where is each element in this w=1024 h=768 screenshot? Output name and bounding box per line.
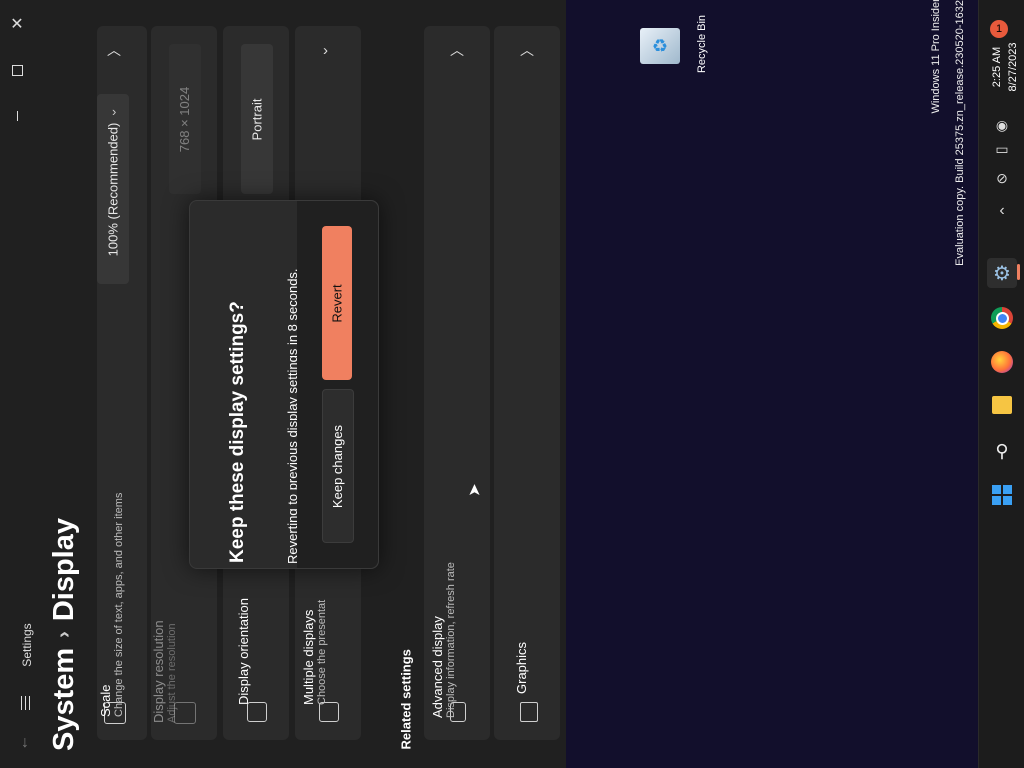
chevron-up-icon: ︿ [520,42,534,58]
advanced-display-desc: Display information, refresh rate [445,562,457,718]
chevron-right-icon: › [52,631,75,638]
active-app-indicator [1017,264,1020,280]
advanced-display-card[interactable]: Advanced display Display information, re… [424,26,490,740]
keep-changes-button-label: Keep changes [330,424,346,508]
file-explorer-icon[interactable] [987,390,1017,420]
orientation-dropdown[interactable]: Portrait [241,44,273,194]
maximize-icon[interactable] [2,55,32,85]
chevron-down-icon: › [112,104,117,119]
chevron-up-icon[interactable]: ︿ [107,40,121,60]
recycle-bin-icon[interactable]: ♻ [640,28,680,64]
multiple-displays-icon [319,702,339,722]
scale-value: 100% (Recommended) [105,122,121,256]
multiple-displays-desc: Choose the presentat [316,599,328,705]
minimize-icon[interactable] [2,101,32,131]
orientation-value: Portrait [249,98,265,140]
clock-time[interactable]: 2:25 AM [991,22,1005,112]
close-icon[interactable]: ✕ [2,9,32,39]
keep-settings-dialog: Keep these display settings? Reverting t… [189,200,379,569]
mouse-cursor-icon: ➤ [466,483,484,497]
chevron-left-icon[interactable]: ‹ [987,196,1017,226]
chevron-up-icon: ︿ [450,42,464,58]
scale-title: Scale [98,684,113,717]
graphics-icon [520,702,538,722]
app-title: Settings [20,623,34,667]
scale-desc: Change the size of text, apps, and other… [113,492,125,717]
resolution-title: Display resolution [151,620,166,723]
multiple-displays-title: Multiple displays [301,609,316,705]
related-settings-heading: Related settings [398,649,414,750]
graphics-title: Graphics [514,641,529,694]
graphics-card[interactable]: Graphics ︿ [494,26,560,740]
desktop-wallpaper: ♻ Recycle Bin Windows 11 Pro Insider Pre… [566,0,978,768]
watermark-line2: Evaluation copy. Build 25375.zn_release.… [954,0,966,266]
page-title: Display [47,517,80,622]
settings-gear-icon[interactable]: ⚙ [987,258,1017,288]
recycle-bin-label: Recycle Bin [696,14,708,74]
watermark-line1: Windows 11 Pro Insider Preview [930,0,942,114]
volume-muted-icon[interactable]: ⊘ [987,163,1017,193]
scale-dropdown[interactable]: 100% (Recommended) [97,94,129,284]
search-icon[interactable]: ⚲ [987,436,1017,466]
breadcrumb: System › Display [44,511,84,751]
orientation-title: Display orientation [236,598,251,705]
back-arrow-icon[interactable]: ↓ [10,728,40,758]
chrome-icon[interactable] [987,303,1017,333]
orientation-icon [247,702,267,722]
firefox-icon[interactable] [987,347,1017,377]
taskbar: 1 2:25 AM 8/27/2023 ◉ ▭ ⊘ ‹ ⚙ ⚲ [978,0,1024,768]
chevron-down-icon[interactable]: › [323,42,328,59]
clock-date[interactable]: 8/27/2023 [1007,22,1021,112]
revert-button-label: Revert [329,283,345,323]
battery-icon[interactable]: ▭ [987,134,1017,164]
resolution-dropdown: 768 × 1024 [169,44,201,194]
hamburger-menu-icon[interactable] [10,688,40,718]
resolution-desc: Adjust the resolution [166,623,178,723]
advanced-display-title: Advanced display [430,616,445,718]
resolution-value: 768 × 1024 [177,86,193,152]
scale-card[interactable]: Scale Change the size of text, apps, and… [97,26,147,740]
revert-button[interactable]: Revert [322,226,352,380]
keep-changes-button[interactable]: Keep changes [322,389,354,543]
breadcrumb-parent[interactable]: System [48,648,81,751]
windows-start-icon[interactable] [987,480,1017,510]
dialog-title: Keep these display settings? [227,301,248,563]
